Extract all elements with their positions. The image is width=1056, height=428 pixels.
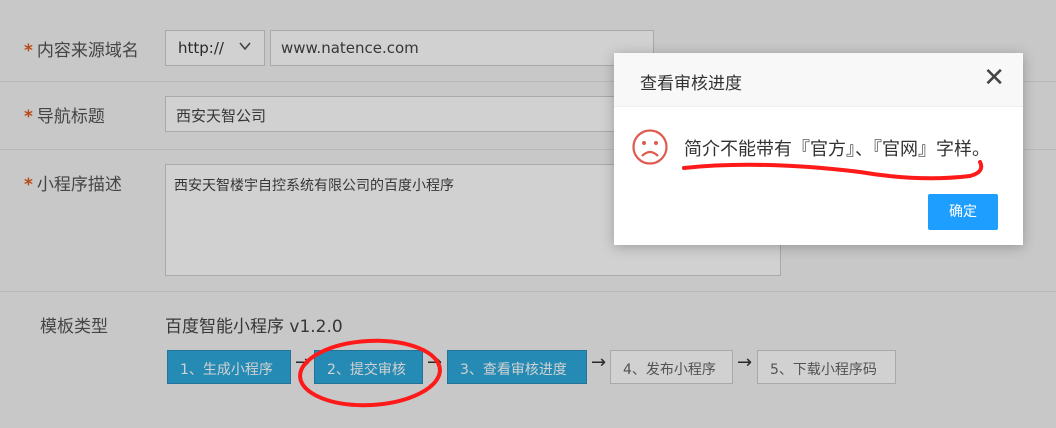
required-mark: * [24,107,33,127]
step-arrow: → [737,352,753,373]
dialog-message: 简介不能带有『官方』、『官网』字样。 [684,139,990,160]
chevron-down-icon [238,39,252,57]
dialog-header: 查看审核进度 ✕ [614,53,1023,107]
step-arrow: → [427,352,443,373]
description-textarea-value: 西安天智楼宇自控系统有限公司的百度小程序 [174,178,454,194]
nav-title-label: * 导航标题 [24,102,105,127]
domain-input[interactable]: www.natence.com [270,30,654,66]
domain-label-text: 内容来源域名 [36,41,139,61]
description-label-text: 小程序描述 [36,175,122,195]
required-mark: * [24,41,33,61]
required-mark: * [24,175,33,195]
step-submit-review-button[interactable]: 2、提交审核 [314,350,423,384]
description-label: * 小程序描述 [24,170,122,195]
template-label: 模板类型 [40,317,108,337]
protocol-value: http:// [178,39,224,57]
sad-face-icon [631,128,669,170]
close-icon[interactable]: ✕ [983,65,1005,91]
nav-title-label-text: 导航标题 [36,107,105,127]
protocol-select[interactable]: http:// [165,30,265,66]
nav-title-input-value: 西安天智公司 [176,107,267,125]
step-download-code-button[interactable]: 5、下载小程序码 [757,350,896,384]
confirm-button[interactable]: 确定 [928,194,998,230]
step-view-progress-button[interactable]: 3、查看审核进度 [447,350,587,384]
step-publish-button[interactable]: 4、发布小程序 [610,350,733,384]
dialog-title: 查看审核进度 [640,74,742,94]
domain-input-value: www.natence.com [281,39,419,57]
nav-title-input[interactable]: 西安天智公司 [165,96,625,132]
domain-label: * 内容来源域名 [24,36,139,61]
step-arrow: → [591,352,607,373]
review-progress-dialog: 查看审核进度 ✕ 简介不能带有『官方』、『官网』字样。 确定 [614,53,1023,245]
template-value: 百度智能小程序 v1.2.0 [165,317,343,337]
step-generate-button[interactable]: 1、生成小程序 [167,350,291,384]
step-arrow: → [295,352,311,373]
